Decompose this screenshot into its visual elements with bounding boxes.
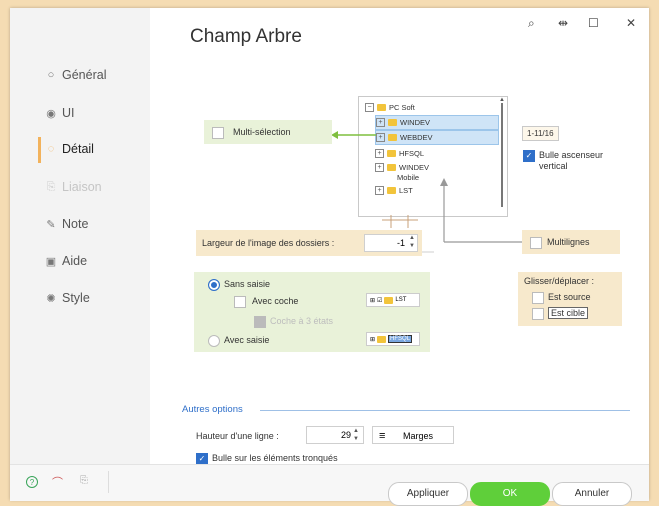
spin-down-icon[interactable]: ▼ (409, 243, 415, 249)
multilignes-checkbox[interactable] (530, 237, 542, 249)
appliquer-button[interactable]: Appliquer (388, 482, 468, 506)
sans-saisie-radio[interactable] (208, 279, 220, 291)
est-cible-label: Est cible (548, 307, 589, 319)
rainbow-icon[interactable]: ⌒ (52, 474, 63, 490)
bulle-tronques-label: Bulle sur les éléments tronqués (212, 453, 338, 463)
spin-up-icon[interactable]: ▲ (353, 428, 359, 434)
glisser-title: Glisser/déplacer : (524, 276, 595, 286)
avec-saisie-preview: ⊞ HFSQL (366, 332, 420, 346)
avec-saisie-radio[interactable] (208, 335, 220, 347)
dialog-window: ○ Général ◉ UI ◌ Détail ⎘ Liaison ✎ Note… (10, 8, 649, 506)
marges-button[interactable]: ≡ Marges (372, 426, 454, 444)
multilignes-label: Multilignes (547, 237, 590, 247)
autres-options-title: Autres options (182, 404, 243, 415)
multilignes-panel: Multilignes (522, 230, 620, 254)
checkbox-icon: ☑ (377, 297, 383, 304)
annuler-button[interactable]: Annuler (552, 482, 632, 506)
spin-up-icon[interactable]: ▲ (409, 235, 415, 241)
largeur-panel: Largeur de l'image des dossiers : -1 ▲ ▼ (196, 230, 422, 256)
multi-selection-panel: Multi-sélection (204, 120, 332, 144)
largeur-label: Largeur de l'image des dossiers : (202, 238, 335, 248)
saisie-panel: Sans saisie Avec coche ⊞ ☑ LST Coche à 3 é… (194, 272, 430, 352)
glisser-panel: Glisser/déplacer : Est source Est cible (518, 272, 622, 326)
hauteur-label: Hauteur d'une ligne : (196, 431, 279, 441)
section-divider (260, 410, 630, 411)
est-source-label: Est source (548, 292, 591, 302)
coche-3-etats-checkbox (254, 316, 266, 328)
preview-label: LST (395, 297, 407, 303)
avec-coche-checkbox[interactable] (234, 296, 246, 308)
expand-icon: ⊞ (370, 336, 376, 343)
help-icon[interactable]: ? (26, 476, 38, 488)
avec-saisie-label: Avec saisie (224, 335, 270, 345)
sans-saisie-label: Sans saisie (224, 279, 271, 289)
folder-icon (377, 335, 387, 343)
bulle-ascenseur-checkbox[interactable]: ✓ (523, 150, 535, 162)
scrollbar-value-badge: 1-11/16 (522, 126, 559, 141)
menu-icon: ≡ (379, 430, 386, 442)
spin-down-icon[interactable]: ▼ (353, 436, 359, 442)
avec-coche-preview: ⊞ ☑ LST (366, 293, 420, 307)
est-cible-checkbox[interactable] (532, 308, 544, 320)
bulle-ascenseur-label: Bulle ascenseur vertical (539, 150, 604, 171)
expand-icon: ⊞ (370, 297, 376, 304)
preview-label: HFSQL (388, 335, 413, 343)
marges-label: Marges (403, 431, 434, 441)
est-source-checkbox[interactable] (532, 292, 544, 304)
multi-selection-checkbox[interactable] (212, 127, 224, 139)
ok-button[interactable]: OK (470, 482, 550, 506)
folder-icon (384, 296, 394, 304)
multi-selection-label: Multi-sélection (233, 127, 291, 137)
avec-coche-label: Avec coche (252, 296, 299, 306)
copy-icon[interactable]: ⎘ (80, 475, 88, 486)
coche-3-etats-label: Coche à 3 états (270, 316, 334, 326)
footer-divider (108, 471, 109, 493)
